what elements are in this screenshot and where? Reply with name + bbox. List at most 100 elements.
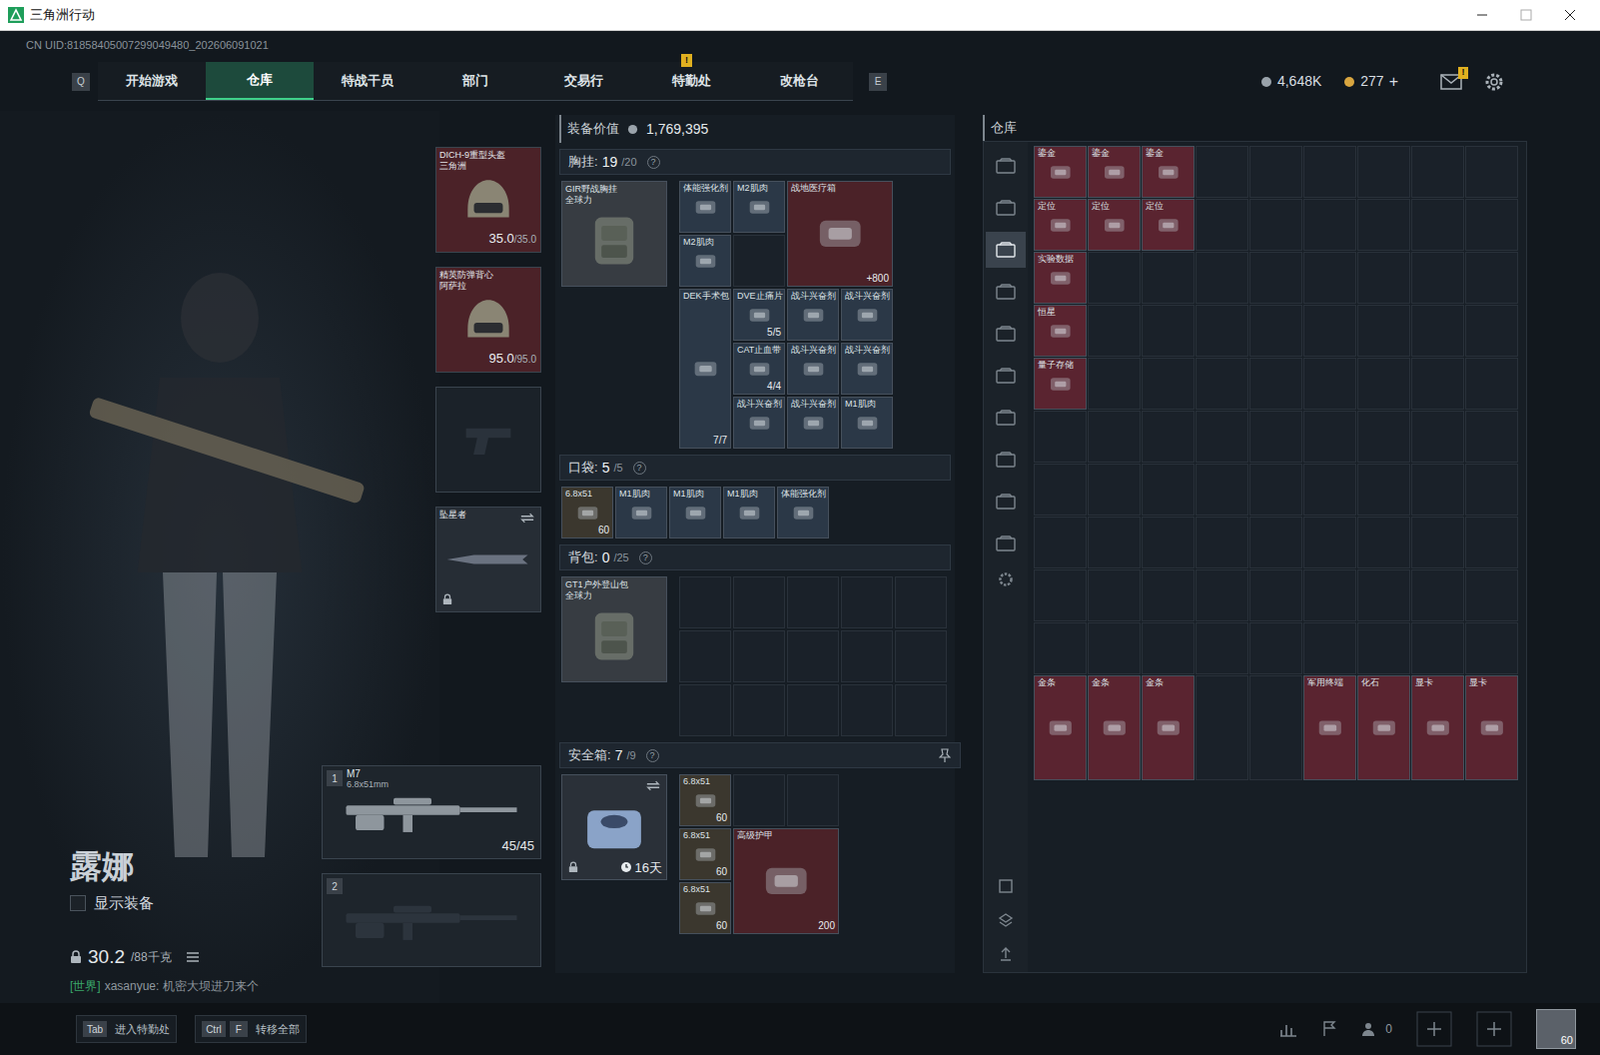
add-friend-icon[interactable] — [1476, 1010, 1513, 1047]
item-tile[interactable]: 显卡 — [1411, 675, 1465, 781]
weapon-slot[interactable]: 1M76.8x51mm45/45 — [321, 765, 542, 859]
equipment-slot[interactable] — [435, 386, 542, 493]
empty-slot — [1465, 304, 1519, 357]
item-tile[interactable]: 金条 — [1033, 675, 1087, 781]
item-icon — [1476, 706, 1509, 750]
item-tile[interactable]: 显卡 — [1465, 675, 1519, 781]
item-tile[interactable]: 恒星 — [1033, 304, 1087, 357]
item-tile[interactable]: 6.8x5160 — [561, 486, 614, 539]
friends[interactable]: 0 — [1361, 1019, 1393, 1038]
settings-gear-icon[interactable] — [1484, 71, 1505, 92]
show-gear-checkbox[interactable]: 显示装备 — [69, 891, 259, 915]
item-tile[interactable]: 金条 — [1141, 675, 1195, 781]
minimize-icon[interactable] — [1460, 0, 1505, 30]
item-tile[interactable]: 量子存储 — [1033, 357, 1087, 410]
nav-tab[interactable]: 仓库 — [205, 61, 314, 100]
warehouse-tab[interactable] — [985, 357, 1026, 394]
close-icon[interactable] — [1548, 0, 1593, 30]
weapon-slot[interactable]: 2 — [321, 872, 542, 967]
item-tile[interactable]: M1肌肉 — [840, 396, 893, 449]
flag-icon[interactable] — [1321, 1020, 1338, 1037]
list-icon[interactable] — [185, 950, 200, 963]
item-tile[interactable]: M2肌肉 — [733, 180, 786, 233]
swap-icon[interactable] — [646, 780, 661, 792]
equipment-slot[interactable]: DICH-9重型头盔三角洲35.0/35.0 — [435, 146, 542, 253]
item-icon — [851, 304, 883, 326]
item-tile[interactable]: 战斗兴奋剂 — [787, 342, 839, 395]
warehouse-tab[interactable] — [985, 189, 1026, 226]
item-tile[interactable]: 战斗兴奋剂 — [840, 288, 893, 341]
item-tile[interactable]: 战斗兴奋剂 — [840, 342, 893, 395]
add-currency-button[interactable]: + — [1389, 69, 1399, 94]
item-tile[interactable]: 定位 — [1141, 198, 1195, 251]
nav-tab[interactable]: 交易行 — [529, 61, 638, 100]
warehouse-tab[interactable] — [985, 525, 1026, 562]
item-tile[interactable]: DEK手术包7/7 — [679, 288, 732, 449]
player-avatar[interactable]: 60 — [1536, 1008, 1577, 1049]
item-tile[interactable]: 6.8x5160 — [679, 881, 732, 934]
item-tile[interactable]: DVE止痛片5/5 — [733, 288, 786, 341]
nav-tab[interactable]: 开始游戏 — [97, 61, 206, 100]
help-icon[interactable]: ? — [646, 749, 660, 763]
help-icon[interactable]: ? — [639, 551, 653, 565]
nav-tab[interactable]: 特勤处! — [637, 61, 746, 100]
swap-icon[interactable] — [520, 512, 535, 524]
warehouse-tab[interactable] — [985, 147, 1026, 184]
mail-button[interactable]: ! — [1440, 73, 1463, 90]
item-tile[interactable]: 实验数据 — [1033, 251, 1087, 304]
upload-icon[interactable] — [997, 945, 1014, 962]
item-tile[interactable]: M1肌肉 — [615, 486, 668, 539]
item-tile[interactable]: 鎏金 — [1141, 145, 1195, 198]
sort-icon[interactable] — [997, 877, 1014, 894]
item-tile[interactable]: 6.8x5160 — [679, 827, 732, 880]
item-tile[interactable]: 6.8x5160 — [679, 774, 732, 826]
item-tile[interactable]: 鎏金 — [1033, 145, 1087, 198]
warehouse-settings-icon[interactable] — [997, 571, 1014, 588]
nav-key-right[interactable]: E — [868, 72, 887, 91]
hotkey-hint[interactable]: CtrlF转移全部 — [194, 1014, 307, 1043]
item-tile[interactable]: 战地医疗箱+800 — [787, 180, 893, 287]
item-tile[interactable]: M1肌肉 — [669, 486, 722, 539]
empty-slot — [1087, 357, 1141, 410]
item-tile[interactable]: 鎏金 — [1087, 145, 1141, 198]
warehouse-tab[interactable] — [985, 483, 1026, 520]
hotkey-hint[interactable]: Tab进入特勤处 — [75, 1014, 177, 1043]
item-tile[interactable]: CAT止血带4/4 — [733, 342, 786, 395]
item-tile[interactable]: M1肌肉 — [723, 486, 776, 539]
warehouse-tab[interactable] — [985, 399, 1026, 436]
item-tile[interactable]: 定位 — [1087, 198, 1141, 251]
item-tile[interactable]: 金条 — [1087, 675, 1141, 781]
item-tile[interactable]: 定位 — [1033, 198, 1087, 251]
help-icon[interactable]: ? — [633, 461, 647, 475]
warehouse-tab[interactable] — [985, 315, 1026, 352]
layers-icon[interactable] — [997, 911, 1014, 928]
item-tile[interactable]: 高级护甲200 — [733, 827, 839, 934]
warehouse-tab[interactable] — [985, 273, 1026, 310]
warehouse-tab[interactable] — [985, 441, 1026, 478]
item-tile[interactable]: 体能强化剂 — [777, 486, 829, 539]
nav-key-left[interactable]: Q — [71, 72, 90, 91]
maximize-icon[interactable] — [1504, 0, 1549, 30]
container-tile[interactable]: GT1户外登山包全球力 — [561, 576, 668, 683]
safe-case-tile[interactable]: 16天 — [561, 774, 668, 880]
item-tile[interactable]: 战斗兴奋剂 — [733, 396, 786, 449]
nav-tab[interactable]: 特战干员 — [313, 61, 422, 100]
item-tile[interactable]: 体能强化剂 — [679, 180, 732, 233]
item-tile[interactable]: 化石 — [1357, 675, 1411, 781]
nav-tab[interactable]: 改枪台 — [745, 61, 853, 100]
equipment-slot[interactable]: 精英防弹背心阿萨拉95.0/95.0 — [435, 266, 542, 373]
nav-tab[interactable]: 部门 — [421, 61, 530, 100]
equipment-slot[interactable]: 坠星者 — [435, 506, 542, 613]
stats-icon[interactable] — [1279, 1020, 1298, 1037]
help-icon[interactable]: ? — [647, 155, 661, 169]
pin-icon[interactable] — [938, 748, 951, 763]
item-tile[interactable]: 军用终端 — [1303, 675, 1357, 781]
item-tile[interactable]: 战斗兴奋剂 — [787, 288, 839, 341]
item-icon — [1044, 267, 1077, 289]
item-tile[interactable]: M2肌肉 — [679, 234, 732, 287]
container-tile[interactable]: GIR野战胸挂全球力 — [561, 180, 668, 287]
add-friend-icon[interactable] — [1416, 1010, 1453, 1047]
warehouse-tab[interactable] — [985, 231, 1026, 268]
item-icon — [744, 412, 776, 434]
item-tile[interactable]: 战斗兴奋剂 — [787, 396, 839, 449]
